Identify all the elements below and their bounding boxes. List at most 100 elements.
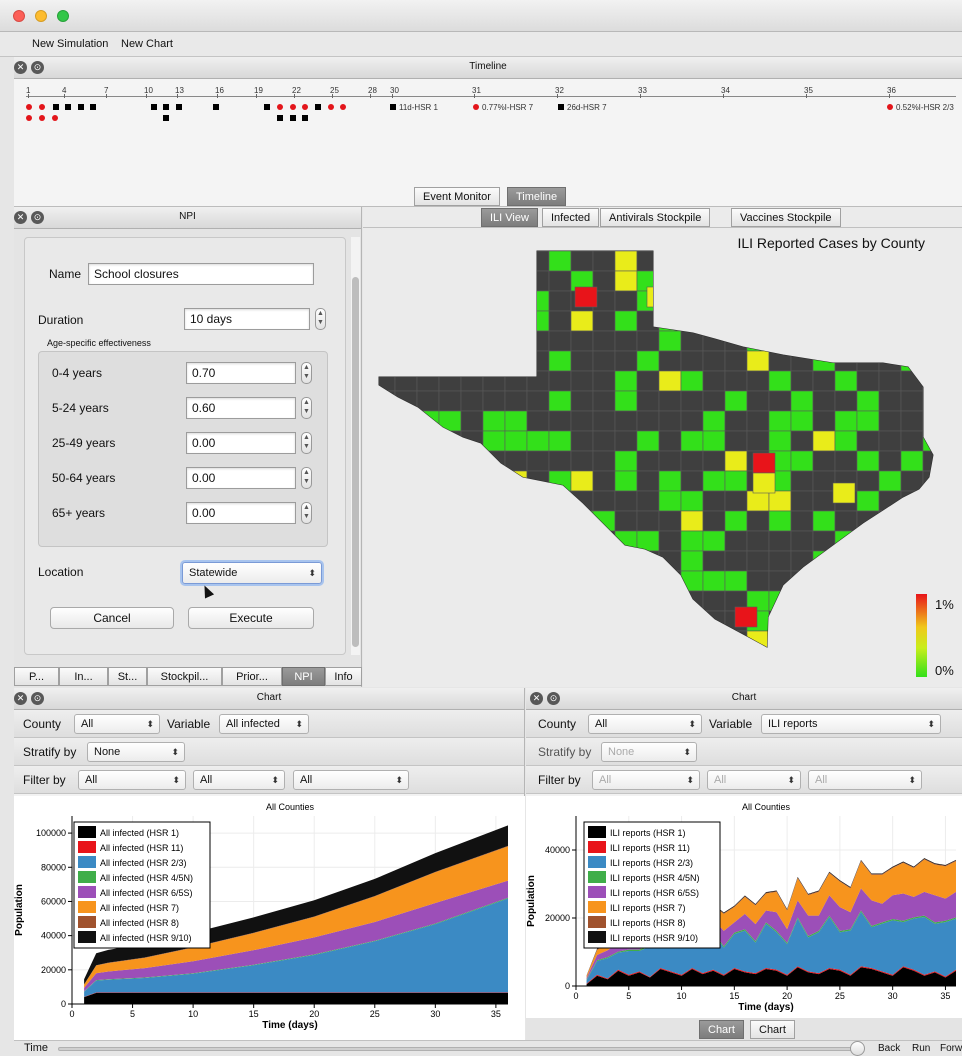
- county-cell[interactable]: [768, 251, 792, 272]
- county-cell[interactable]: [636, 510, 660, 532]
- county-cell[interactable]: [526, 550, 550, 572]
- county-cell[interactable]: [900, 370, 924, 392]
- county-cell[interactable]: [636, 390, 660, 412]
- county-cell[interactable]: [504, 510, 528, 532]
- county-cell[interactable]: [834, 590, 858, 612]
- county-cell[interactable]: [592, 370, 616, 392]
- county-cell[interactable]: [460, 610, 484, 632]
- county-cell[interactable]: [614, 390, 638, 412]
- county-cell[interactable]: [592, 430, 616, 452]
- county-cell[interactable]: [438, 370, 462, 392]
- county-cell[interactable]: [702, 370, 726, 392]
- county-cell[interactable]: [878, 550, 902, 572]
- county-cell[interactable]: [658, 590, 682, 612]
- county-cell[interactable]: [746, 570, 770, 592]
- county-cell[interactable]: [658, 350, 682, 372]
- county-cell[interactable]: [680, 590, 704, 612]
- county-cell[interactable]: [526, 490, 550, 512]
- county-cell[interactable]: [922, 390, 945, 412]
- county-cell[interactable]: [504, 570, 528, 592]
- county-cell[interactable]: [812, 370, 836, 392]
- county-cell[interactable]: [460, 330, 484, 352]
- county-cell[interactable]: [768, 530, 792, 552]
- event-marker[interactable]: [39, 115, 45, 121]
- county-cell[interactable]: [812, 570, 836, 592]
- county-cell[interactable]: [702, 290, 726, 312]
- county-cell[interactable]: [394, 590, 418, 612]
- county-cell[interactable]: [460, 370, 484, 392]
- event-marker[interactable]: [390, 104, 396, 110]
- county-cell[interactable]: [570, 350, 594, 372]
- npi-tab-4[interactable]: Prior...: [222, 667, 282, 686]
- county-cell[interactable]: [504, 610, 528, 632]
- county-cell[interactable]: [526, 450, 550, 472]
- county-cell[interactable]: [460, 430, 484, 452]
- county-cell[interactable]: [614, 370, 638, 392]
- county-cell[interactable]: [702, 510, 726, 532]
- county-cell[interactable]: [570, 590, 594, 612]
- county-cell[interactable]: [790, 270, 814, 292]
- county-cell[interactable]: [878, 251, 902, 272]
- county-cell[interactable]: [416, 290, 440, 312]
- county-cell[interactable]: [548, 310, 572, 332]
- county-cell[interactable]: [856, 490, 880, 512]
- right-stacked-area-chart[interactable]: 0 20000 40000 0 5 10 15 20 25 30 35 All Counties Tim…: [526, 796, 962, 1018]
- filter-select-3[interactable]: All ⬍: [293, 770, 409, 790]
- map-tab-3[interactable]: Vaccines Stockpile: [731, 208, 841, 227]
- county-cell[interactable]: [768, 390, 792, 412]
- county-cell[interactable]: [570, 610, 594, 632]
- county-cell[interactable]: [746, 510, 770, 532]
- event-marker[interactable]: [90, 104, 96, 110]
- county-cell[interactable]: [702, 390, 726, 412]
- county-cell[interactable]: [834, 330, 858, 352]
- county-cell[interactable]: [768, 330, 792, 352]
- county-cell[interactable]: [504, 590, 528, 612]
- county-cell[interactable]: [922, 490, 945, 512]
- county-cell[interactable]: [746, 630, 770, 651]
- county-cell[interactable]: [790, 430, 814, 452]
- county-cell[interactable]: [922, 290, 945, 312]
- county-cell[interactable]: [900, 330, 924, 352]
- county-cell[interactable]: [548, 450, 572, 472]
- county-cell[interactable]: [373, 550, 396, 572]
- county-cell[interactable]: [373, 330, 396, 352]
- tab-chart-2[interactable]: Chart: [750, 1020, 795, 1039]
- county-cell[interactable]: [373, 290, 396, 312]
- county-cell[interactable]: [548, 630, 572, 651]
- county-cell[interactable]: [702, 470, 726, 492]
- event-marker[interactable]: [302, 104, 308, 110]
- tab-event-monitor[interactable]: Event Monitor: [414, 187, 500, 206]
- county-cell[interactable]: [592, 570, 616, 592]
- county-cell[interactable]: [592, 490, 616, 512]
- county-cell[interactable]: [768, 270, 792, 292]
- county-cell[interactable]: [812, 610, 836, 632]
- npi-tab-3[interactable]: Stockpil...: [147, 667, 222, 686]
- county-cell[interactable]: [812, 290, 836, 312]
- county-cell[interactable]: [900, 470, 924, 492]
- event-marker[interactable]: [340, 104, 346, 110]
- county-cell[interactable]: [878, 630, 902, 651]
- county-cell[interactable]: [636, 450, 660, 472]
- county-cell[interactable]: [504, 410, 528, 432]
- county-cell[interactable]: [504, 310, 528, 332]
- county-cell[interactable]: [680, 310, 704, 332]
- county-cell[interactable]: [570, 630, 594, 651]
- county-cell[interactable]: [416, 570, 440, 592]
- county-cell[interactable]: [570, 430, 594, 452]
- county-cell[interactable]: [592, 590, 616, 612]
- county-cell[interactable]: [834, 270, 858, 292]
- county-cell[interactable]: [922, 530, 945, 552]
- county-cell[interactable]: [373, 410, 396, 432]
- county-cell[interactable]: [790, 630, 814, 651]
- county-cell[interactable]: [504, 630, 528, 651]
- county-cell[interactable]: [526, 370, 550, 392]
- county-cell[interactable]: [790, 610, 814, 632]
- county-cell[interactable]: [768, 290, 792, 312]
- county-cell[interactable]: [856, 510, 880, 532]
- county-cell[interactable]: [922, 270, 945, 292]
- county-cell[interactable]: [439, 651, 461, 671]
- county-cell[interactable]: [636, 370, 660, 392]
- county-cell[interactable]: [702, 590, 726, 612]
- county-cell[interactable]: [482, 270, 506, 292]
- county-cell[interactable]: [438, 570, 462, 592]
